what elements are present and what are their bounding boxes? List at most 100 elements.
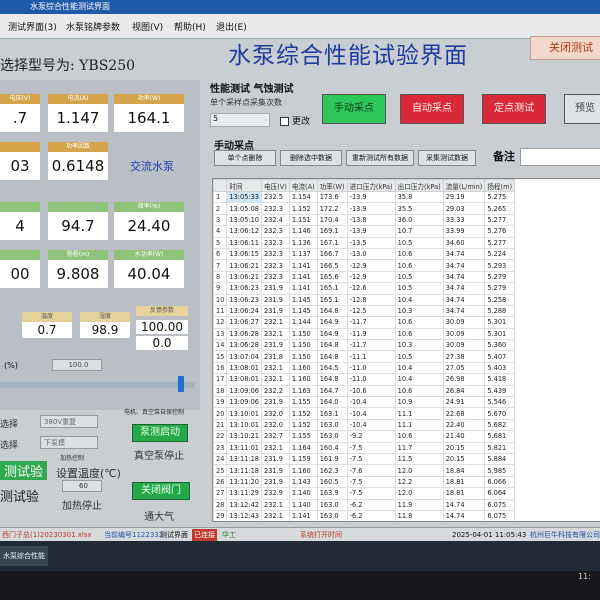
table-cell: -7.5 (346, 452, 396, 466)
table-cell: -12.9 (346, 270, 396, 284)
table-row[interactable]: 22 13:10:21 232.7 1.155 163.0 -9.2 10.6 21.40 5.… (213, 430, 516, 443)
table-row[interactable]: 25 13:11:18 231.9 1.160 162.3 -7.6 12.0 18.84 5.… (213, 464, 516, 477)
test-button-2[interactable]: 测试验 (0, 486, 39, 505)
table-row[interactable]: 19 13:09:06 231.9 1.155 164.0 -10.4 10.9 24.91 5… (213, 396, 516, 409)
data-grid[interactable]: 时间 电压(V) 电流(A) 功率(W) 进口压力(kPa) 出口压力(kPa) 流量(L/… (213, 179, 516, 521)
status-mode: 测试界面 (160, 531, 188, 539)
table-cell: 1.143 (288, 475, 318, 489)
select-field-1[interactable]: 380V重复 (40, 415, 98, 428)
column-header[interactable]: 功率(W) (316, 179, 348, 192)
table-cell: 163.0 (316, 498, 348, 511)
table-row[interactable]: 28 13:12:42 232.1 1.140 163.0 -6.2 11.9 14.74 6.… (213, 498, 516, 511)
table-row[interactable]: 9 13:06:23 231.9 1.141 165.1 -12.6 10.5 34.74 5.… (213, 282, 516, 295)
temperature-value: 0.7 (22, 322, 72, 338)
menu-help[interactable]: 帮助(H) (174, 20, 206, 33)
menu-exit[interactable]: 退出(E) (216, 20, 247, 33)
menu-pump-params[interactable]: 水泵铭牌参数 (66, 20, 120, 33)
percent-field[interactable]: 100.0 (52, 359, 102, 371)
preview-button[interactable]: 预览 (564, 94, 600, 124)
table-row[interactable]: 29 13:12:43 232.1 1.141 163.0 -6.2 11.8 14.74 6.… (213, 509, 516, 521)
column-header[interactable] (213, 179, 228, 192)
delete-single-point-button[interactable]: 单个点删除 (214, 150, 276, 166)
table-cell: 160.5 (316, 475, 348, 489)
table-cell: 163.0 (316, 430, 348, 443)
readout-value: 4 (0, 212, 40, 240)
taskbar-app-item[interactable]: 水泵综合性能测... (0, 546, 48, 580)
table-cell: 13:08:01 (226, 361, 263, 375)
table-row[interactable]: 20 13:10:01 232.0 1.152 163.1 -10.4 11.1 22.68 5… (213, 407, 516, 420)
set-temp-field[interactable]: 60 (62, 480, 102, 492)
table-row[interactable]: 8 13:06:21 232.3 1.141 165.6 -12.9 10.5 34.74 5.… (213, 270, 516, 284)
humidity-value: 98.9 (80, 322, 130, 338)
column-header[interactable]: 出口压力(kPa) (394, 179, 444, 192)
table-row[interactable]: 15 13:07:04 231.8 1.150 164.8 -11.1 10.5 27.38 5… (213, 350, 516, 363)
table-cell: 10.3 (394, 339, 444, 352)
table-row[interactable]: 3 13:05:10 232.4 1.151 170.4 -13.8 36.0 33.33 5.… (213, 213, 516, 227)
table-cell: 164.8 (316, 350, 348, 363)
vacuum-stop-button[interactable]: 真空泵停止 (134, 447, 184, 462)
table-row[interactable]: 18 13:09:06 232.2 1.163 164.7 -10.6 10.6 26.84 5… (213, 384, 516, 398)
test-button-1[interactable]: 测试验 (0, 461, 48, 480)
pump-start-button[interactable]: 泵测启动 (132, 424, 188, 442)
table-cell: 5.439 (484, 384, 516, 398)
table-row[interactable]: 12 13:06:27 232.1 1.144 164.9 -11.7 10.6 30.09 5… (213, 316, 516, 329)
table-row[interactable]: 5 13:06:11 232.3 1.136 167.1 -13.5 10.5 34.60 5.… (213, 236, 516, 249)
note-input[interactable] (520, 148, 600, 166)
select-field-2[interactable]: 下泵模 (40, 436, 98, 449)
close-valve-button[interactable]: 关闭阀门 (132, 482, 190, 500)
retest-all-button[interactable]: 重新测试所有数据 (346, 150, 414, 166)
table-cell: 232.3 (261, 225, 290, 238)
output-slider[interactable] (0, 376, 195, 392)
slider-handle[interactable] (177, 376, 184, 392)
table-row[interactable]: 1 13:05:33 232.5 1.154 173.6 -13.9 35.8 29.19 5.… (213, 190, 516, 204)
table-row[interactable]: 10 13:06:23 231.9 1.145 165.1 -12.8 10.4 34.74 5… (213, 293, 516, 306)
sample-count-input[interactable]: 5 (210, 113, 270, 127)
column-header[interactable]: 电流(A) (288, 179, 318, 192)
data-table[interactable]: 时间 电压(V) 电流(A) 功率(W) 进口压力(kPa) 出口压力(kPa) 流量(L/… (212, 178, 600, 522)
row-index-cell: 7 (213, 259, 228, 272)
table-cell: 163.0 (316, 509, 348, 521)
delete-selected-button[interactable]: 删除选中数据 (280, 150, 342, 166)
table-row[interactable]: 27 13:11:29 232.9 1.140 163.9 -7.5 12.0 18.81 6.… (213, 487, 516, 500)
perf-tabs[interactable]: 性能测试 气蚀测试 (210, 80, 293, 95)
feedback-value: 100.00 (136, 320, 188, 334)
table-row[interactable]: 16 13:08:01 232.1 1.160 164.5 -11.0 10.4 27.05 5… (213, 361, 516, 375)
table-cell: 232.3 (261, 259, 290, 272)
table-cell: 231.9 (261, 304, 290, 318)
auto-sample-button[interactable]: 自动采点 (400, 94, 464, 124)
table-cell: 232.0 (261, 418, 290, 432)
table-row[interactable]: 6 13:06:15 232.3 1.137 166.7 -13.0 10.6 34.74 5.… (213, 247, 516, 261)
table-row[interactable]: 13 13:06:28 232.1 1.150 164.9 -11.9 10.6 30.09 5… (213, 327, 516, 341)
table-row[interactable]: 11 13:06:24 231.9 1.145 164.8 -12.5 10.3 34.74 5… (213, 304, 516, 318)
menu-view[interactable]: 视图(V) (132, 20, 163, 33)
table-row[interactable]: 17 13:08:01 232.1 1.160 164.8 -11.0 10.4 26.98 5… (213, 373, 516, 386)
manual-sample-button[interactable]: 手动采点 (322, 94, 386, 124)
column-header[interactable]: 扬程(m) (484, 179, 516, 192)
table-cell: 35.8 (394, 190, 444, 204)
column-header[interactable]: 时间 (226, 179, 263, 192)
close-test-button[interactable]: 关闭测试 (530, 36, 600, 60)
table-cell: 232.9 (261, 487, 290, 500)
collect-data-button[interactable]: 采集测试数据 (418, 150, 476, 166)
table-row[interactable]: 7 13:06:21 232.3 1.141 166.5 -12.9 10.6 34.74 5.… (213, 259, 516, 272)
column-header[interactable]: 进口压力(kPa) (346, 179, 396, 192)
table-row[interactable]: 4 13:06:12 232.3 1.146 169.1 -13.9 10.7 33.99 5.… (213, 225, 516, 238)
readout-label: 扬程(m) (48, 250, 108, 260)
change-checkbox[interactable]: 更改 (280, 114, 310, 127)
column-header[interactable]: 流量(L/min) (442, 179, 486, 192)
table-row[interactable]: 21 13:10:01 232.0 1.152 163.0 -10.4 11.1 22.40 5… (213, 418, 516, 432)
heat-stop-button[interactable]: 加热停止 (62, 497, 102, 512)
table-cell: 1.136 (288, 236, 318, 249)
menu-test-view[interactable]: 测试界面(3) (8, 20, 57, 33)
table-row[interactable]: 2 13:05:08 232.3 1.152 172.2 -13.9 35.5 29.03 5.… (213, 202, 516, 215)
table-row[interactable]: 23 13:11:01 232.1 1.164 160.4 -7.5 11.7 20.15 5.… (213, 441, 516, 455)
fixed-point-test-button[interactable]: 定点测试 (482, 94, 546, 124)
vent-button[interactable]: 通大气 (144, 508, 174, 523)
table-cell: 35.5 (394, 202, 444, 215)
table-row[interactable]: 14 13:06:28 231.9 1.150 164.8 -11.7 10.3 30.09 5… (213, 339, 516, 352)
table-row[interactable]: 24 13:11:18 231.9 1.159 161.9 -7.5 11.5 20.15 5.… (213, 452, 516, 466)
column-header[interactable]: 电压(V) (261, 179, 290, 192)
checkbox-box[interactable] (280, 117, 289, 126)
table-cell: 13:06:27 (226, 316, 263, 329)
table-row[interactable]: 26 13:11:20 231.9 1.143 160.5 -7.5 12.2 18.81 6.… (213, 475, 516, 489)
